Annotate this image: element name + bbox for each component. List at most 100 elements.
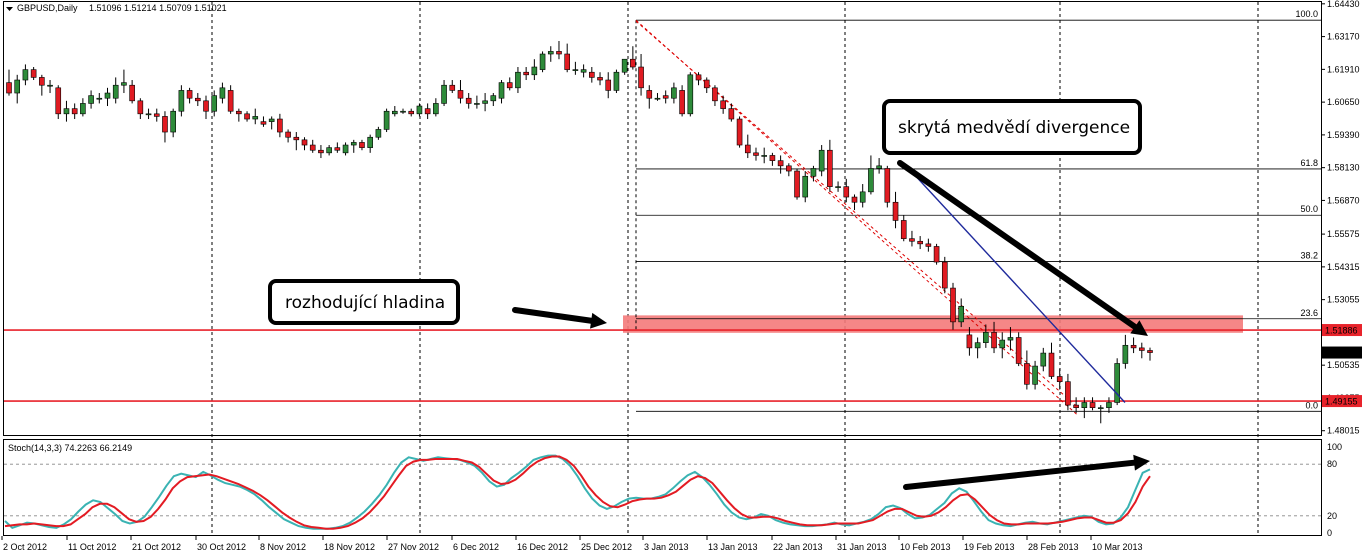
date-tick-label: 10 Mar 2013: [1092, 542, 1143, 552]
candle-body: [695, 74, 702, 81]
candle-body: [950, 287, 956, 323]
candle-body: [958, 305, 965, 323]
candle-body: [1015, 337, 1022, 364]
candle: [736, 116, 743, 148]
price-tick-label: 1.54315: [1327, 262, 1360, 272]
candle: [941, 256, 948, 294]
date-tick-label: 25 Dec 2012: [581, 542, 632, 552]
candle-body: [285, 131, 291, 138]
candle-body: [679, 90, 685, 115]
candle-body: [744, 144, 751, 154]
candle-body: [892, 201, 899, 221]
candle-body: [342, 144, 349, 154]
candle-body: [408, 110, 415, 115]
candle-body: [137, 100, 144, 115]
price-tick-label: 1.55575: [1327, 229, 1360, 239]
candle: [383, 108, 390, 133]
candle-body: [769, 155, 776, 161]
date-tick-label: 28 Feb 2013: [1028, 542, 1079, 552]
candle-body: [457, 90, 464, 99]
candle-body: [621, 58, 628, 73]
candle-body: [244, 113, 250, 120]
date-tick-label: 31 Jan 2013: [837, 542, 887, 552]
candle-body: [1032, 365, 1038, 385]
candle-body: [383, 110, 390, 130]
candle-body: [1048, 352, 1055, 377]
price-tick-label: 1.64430: [1327, 0, 1360, 9]
candle-body: [293, 136, 300, 141]
candle-body: [941, 261, 948, 289]
fib-level-label: 38.2: [1300, 251, 1318, 261]
candle-body: [712, 87, 718, 102]
candle-body: [1097, 407, 1104, 409]
candle-body: [153, 113, 160, 117]
candle-body: [786, 165, 792, 172]
level-price-tag-label: 1.49155: [1325, 397, 1358, 407]
candle-body: [96, 97, 103, 100]
stoch-tick-label: 80: [1327, 459, 1337, 469]
date-tick-label: 6 Dec 2012: [453, 542, 499, 552]
stoch-tick-label: 100: [1327, 442, 1342, 452]
date-tick-label: 22 Jan 2013: [773, 542, 823, 552]
candle-body: [933, 246, 940, 263]
fib-level-label: 23.6: [1300, 308, 1318, 318]
price-tick-label: 1.48015: [1327, 426, 1360, 436]
price-tick-label: 1.53055: [1327, 295, 1360, 305]
candle-body: [515, 71, 521, 89]
date-tick-label: 8 Nov 2012: [260, 542, 306, 552]
candle-body: [851, 196, 858, 203]
candle-body: [974, 342, 981, 349]
level-price-tag-label: 1.51886: [1325, 326, 1358, 336]
candle-body: [572, 69, 579, 71]
price-tick-label: 1.58130: [1327, 163, 1360, 173]
key-level-callout-text: rozhodující hladina: [285, 293, 445, 313]
candle-body: [925, 243, 932, 247]
candle: [539, 51, 546, 73]
date-tick-label: 18 Nov 2012: [324, 542, 375, 552]
candle-body: [884, 168, 891, 203]
date-tick-label: 11 Oct 2012: [68, 542, 116, 552]
candle-body: [777, 160, 784, 167]
candle-body: [687, 74, 694, 115]
candle-body: [523, 71, 529, 76]
candle-body: [859, 191, 866, 203]
date-axis: 2 Oct 2012 11 Oct 2012 21 Oct 2012 30 Oct 2…: [1, 536, 1143, 552]
candle-body: [835, 186, 841, 188]
key-level-callout: rozhodující hladina: [268, 279, 460, 325]
candle-body: [671, 87, 677, 99]
price-tick-label: 1.50535: [1327, 360, 1360, 370]
candle-body: [1081, 402, 1088, 408]
date-tick-label: 21 Oct 2012: [132, 542, 181, 552]
ohlc-readout: 1.51096 1.51214 1.50709 1.51021: [89, 3, 227, 13]
candle-body: [720, 100, 726, 109]
candle-body: [482, 100, 488, 104]
candle-body: [55, 87, 62, 115]
candle-body: [909, 238, 915, 242]
candle-body: [71, 108, 78, 115]
divergence-callout: skrytá medvědí divergence: [882, 99, 1142, 155]
fib-level-label: 100.0: [1295, 9, 1318, 19]
price-tick-label: 1.56870: [1327, 195, 1360, 205]
candle-body: [14, 79, 21, 94]
candle-body: [392, 110, 398, 115]
main-panel-frame: [3, 1, 1322, 436]
candle: [621, 58, 628, 75]
candle-body: [605, 79, 612, 91]
candle-body: [334, 147, 341, 151]
candle-body: [498, 82, 505, 99]
candle-body: [474, 103, 480, 105]
candle-body: [121, 82, 127, 86]
candle-body: [1089, 402, 1096, 408]
candle-body: [818, 149, 825, 172]
candle-body: [433, 103, 439, 115]
candle-body: [966, 334, 973, 349]
candle-body: [983, 331, 989, 343]
candle-body: [104, 92, 111, 99]
candle-body: [761, 155, 767, 157]
chart-canvas: 100.061.850.038.223.60.0 1.644301.631701…: [1, 0, 1362, 552]
candle-body: [211, 95, 218, 112]
candle-body: [753, 152, 759, 156]
stoch-tick-label: 20: [1327, 511, 1337, 521]
candle-body: [531, 66, 538, 76]
candle-body: [170, 110, 176, 133]
